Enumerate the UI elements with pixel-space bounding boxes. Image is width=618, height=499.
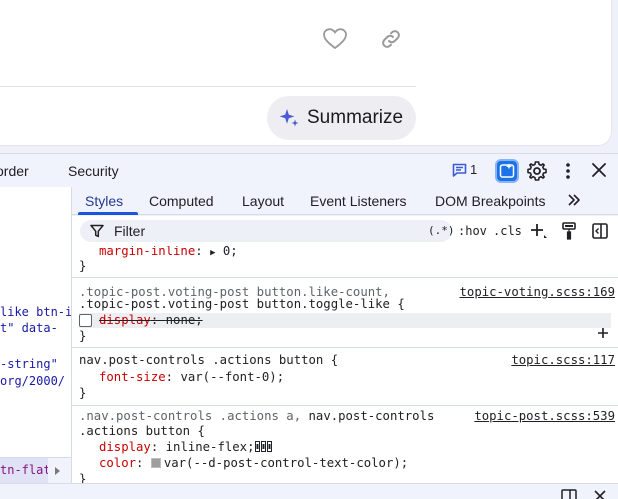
flexbox-editor-icon[interactable]	[255, 441, 273, 452]
rule-close-brace: }	[79, 329, 87, 343]
tab-security[interactable]: Security	[68, 163, 119, 179]
color-swatch[interactable]	[150, 458, 161, 468]
tab-layout[interactable]: Layout	[242, 193, 284, 209]
ai-assistance-icon[interactable]	[495, 159, 519, 183]
scroll-right-icon[interactable]	[54, 466, 62, 476]
toggle-sidebar-icon[interactable]	[591, 221, 609, 241]
dock-side-icon[interactable]	[561, 489, 577, 499]
rule-close-brace: }	[79, 386, 87, 400]
summarize-label: Summarize	[307, 107, 404, 128]
link-icon[interactable]	[378, 26, 404, 52]
filter-placeholder: Filter	[114, 223, 146, 239]
summarize-button[interactable]: Summarize	[267, 96, 416, 140]
rule-close-brace: }	[79, 472, 87, 483]
rule-close-brace: }	[79, 259, 87, 273]
issues-icon	[452, 163, 467, 177]
add-property-icon[interactable]	[597, 327, 609, 339]
element-attr-line[interactable]: org/2000/	[0, 374, 65, 388]
hov-toggle[interactable]: :hov	[458, 224, 487, 238]
active-tab-indicator	[78, 212, 138, 215]
style-declaration[interactable]: display: none;	[99, 313, 203, 328]
elements-breadcrumb: tn-flat	[0, 457, 72, 483]
cls-toggle[interactable]: .cls	[493, 224, 522, 238]
rule-selector[interactable]: .topic-post.voting-post button.toggle-li…	[79, 297, 405, 312]
new-style-rule-icon[interactable]	[528, 221, 550, 241]
rule-selector[interactable]: nav.post-controls .actions button {	[79, 353, 338, 368]
element-attr-line[interactable]: t" data-	[0, 321, 58, 335]
close-drawer-icon[interactable]	[593, 489, 607, 499]
more-vertical-icon[interactable]	[560, 160, 576, 182]
style-declaration[interactable]: margin-inline: ▶ 0;	[99, 246, 238, 261]
close-icon[interactable]	[590, 161, 608, 179]
issues-count: 1	[470, 162, 478, 177]
styles-subtabs: Styles Computed Layout Event Listeners D…	[72, 187, 618, 215]
rule-selector[interactable]: .nav.post-controls .actions a, nav.post-…	[79, 409, 434, 424]
element-attr-line[interactable]: -string"	[0, 357, 58, 371]
style-declaration[interactable]: display: inline-flex;	[99, 440, 273, 455]
filter-icon	[90, 224, 104, 238]
settings-gear-icon[interactable]	[526, 160, 548, 182]
style-rule: nav.post-controls .actions button { topi…	[72, 349, 618, 406]
element-attr-line[interactable]: like btn-i	[0, 305, 71, 319]
tab-styles[interactable]: Styles	[85, 193, 123, 209]
breadcrumb-item[interactable]: tn-flat	[0, 458, 48, 483]
elements-pane[interactable]: like btn-i t" data- -string" org/2000/	[0, 187, 72, 483]
rule-source-link[interactable]: topic-post.scss:539	[474, 409, 615, 424]
declaration-checkbox[interactable]	[79, 314, 92, 327]
devtools-topbar: order Security 1	[0, 153, 618, 187]
issues-badge[interactable]: 1	[452, 162, 477, 177]
style-rule: margin-inline: ▶ 0; }	[72, 246, 618, 278]
style-rule: .topic-post.voting-post button.like-coun…	[72, 279, 618, 348]
tab-computed[interactable]: Computed	[149, 193, 214, 209]
tab-dom-breakpoints[interactable]: DOM Breakpoints	[435, 193, 545, 209]
rule-source-link[interactable]: topic-voting.scss:169	[460, 285, 615, 300]
styles-toolbar: Filter (.*) :hov .cls	[72, 216, 618, 246]
rule-source-link[interactable]: topic.scss:117	[511, 353, 615, 368]
rule-selector[interactable]: .actions button {	[79, 424, 205, 439]
devtools-drawer-bar	[0, 483, 618, 499]
post-divider	[0, 86, 416, 87]
element-state-paint-icon[interactable]	[560, 221, 578, 241]
chevron-double-right-icon[interactable]	[566, 192, 582, 208]
style-declaration[interactable]: color: var(--d-post-control-text-color);	[99, 456, 408, 471]
styles-filter-input[interactable]: Filter	[80, 220, 452, 242]
tab-event-listeners[interactable]: Event Listeners	[310, 193, 407, 209]
webpage-viewport: Summarize	[0, 0, 618, 153]
heart-icon[interactable]	[322, 26, 348, 52]
sparkle-icon	[279, 109, 299, 127]
style-rule: .nav.post-controls .actions a, nav.post-…	[72, 407, 618, 483]
style-declaration[interactable]: font-size: var(--font-0);	[99, 370, 284, 385]
styles-rules-list: margin-inline: ▶ 0; } .topic-post.voting…	[72, 246, 618, 483]
expand-triangle-icon[interactable]: ▶	[210, 248, 215, 258]
regex-toggle[interactable]: (.*)	[428, 224, 455, 237]
tab-border[interactable]: order	[0, 163, 29, 179]
